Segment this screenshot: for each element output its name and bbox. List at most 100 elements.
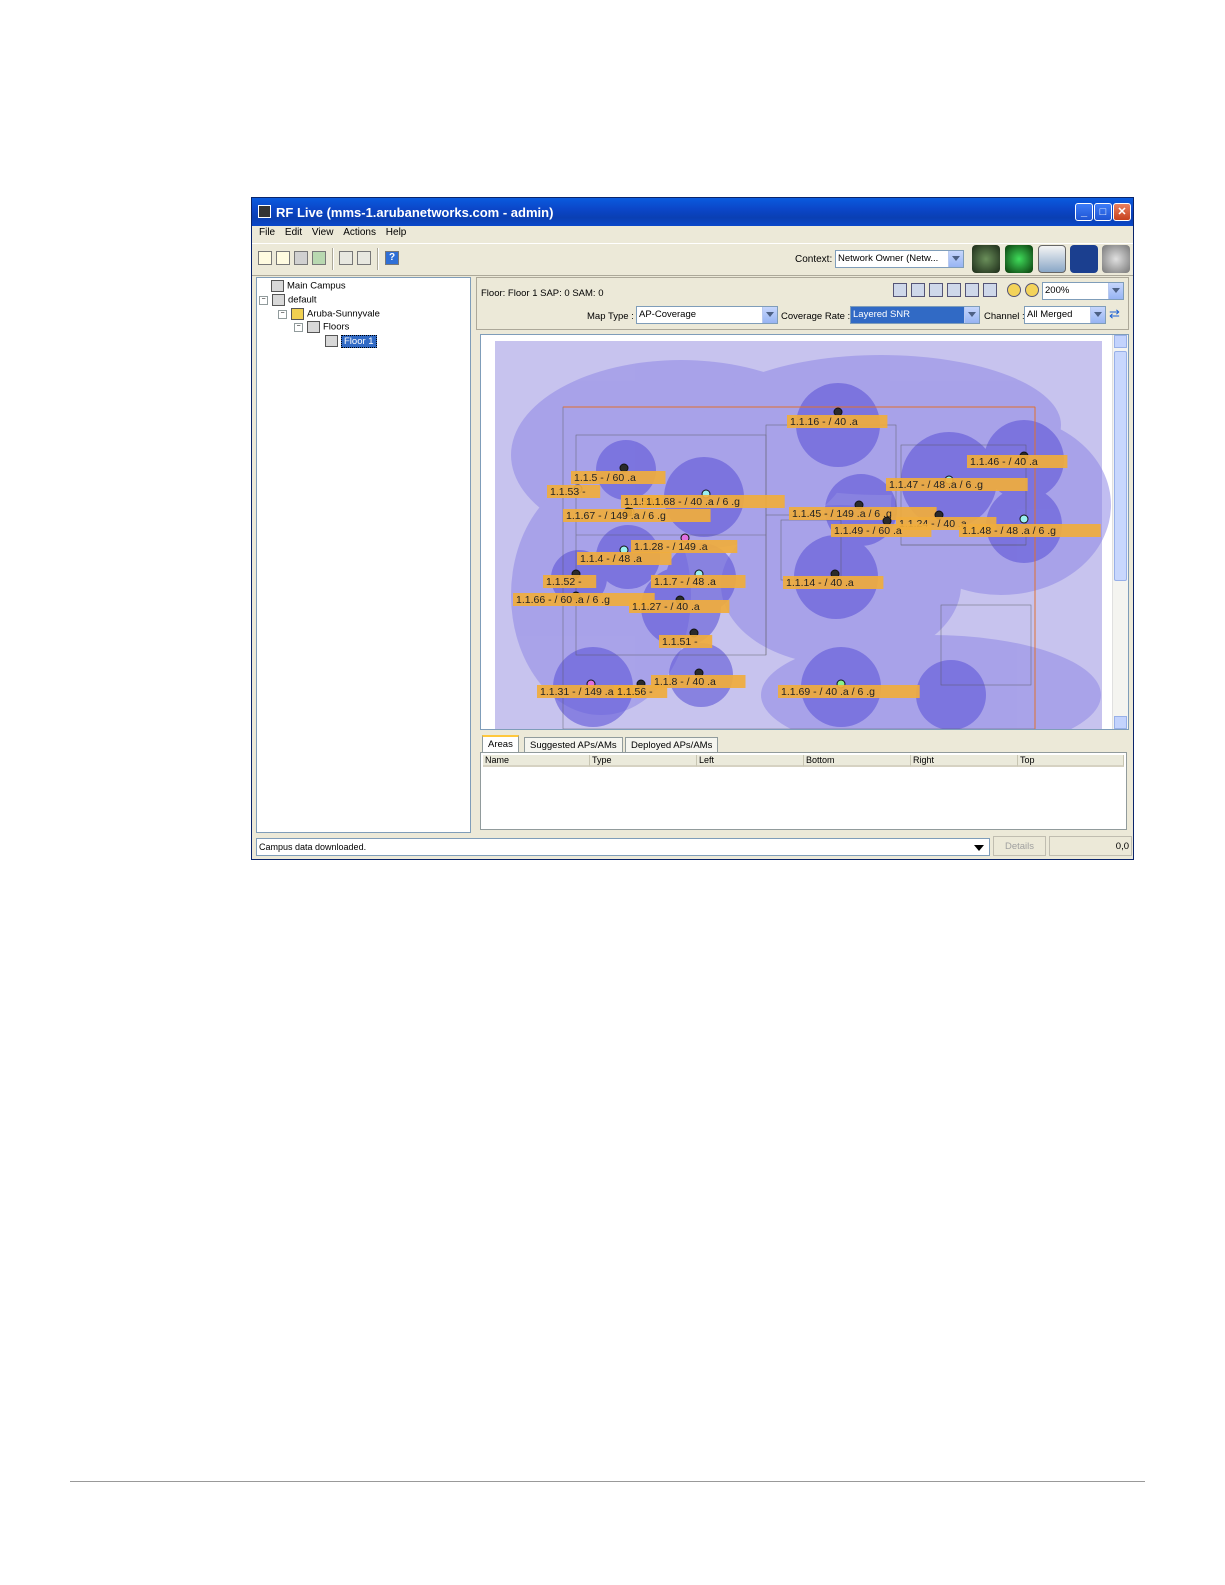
coverage-rate-value: Layered SNR — [853, 309, 911, 320]
ap-label[interactable]: 1.1.53 - — [550, 486, 586, 498]
chevron-down-icon[interactable] — [1090, 307, 1105, 323]
channel-value: All Merged — [1027, 309, 1073, 320]
scroll-down-icon[interactable] — [1114, 716, 1127, 729]
zoom-select[interactable]: 200% — [1042, 282, 1124, 300]
scroll-thumb[interactable] — [1114, 351, 1127, 581]
new-icon[interactable] — [276, 251, 290, 265]
ap-label[interactable]: 1.1.31 - / 149 .a — [540, 686, 614, 698]
ap-label[interactable]: 1.1.28 - / 149 .a — [634, 541, 708, 553]
collapse-icon[interactable]: − — [294, 322, 303, 332]
map-type-select[interactable]: AP-Coverage — [636, 306, 778, 324]
ap-label[interactable]: 1.1.45 - / 149 .a / 6 .g — [792, 508, 892, 520]
open-icon[interactable] — [258, 251, 272, 265]
map-view[interactable]: 1.1.16 - / 40 .a 1.1.46 - / 40 .a 1.1.5 - … — [480, 334, 1129, 730]
channel-select[interactable]: All Merged — [1024, 306, 1106, 324]
ap-label[interactable]: 1.1.47 - / 48 .a / 6 .g — [889, 479, 983, 491]
ap-list-icon[interactable] — [911, 283, 925, 297]
ap-add-icon[interactable] — [893, 283, 907, 297]
status-message-select[interactable]: Campus data downloaded. — [256, 838, 990, 856]
upload-icon[interactable] — [294, 251, 308, 265]
ap-label[interactable]: 1.1.4 - / 48 .a — [580, 553, 642, 565]
context-value: Network Owner (Netw... — [838, 253, 939, 264]
ap-label[interactable]: 1.1.16 - / 40 .a — [790, 416, 858, 428]
layers-icon[interactable] — [983, 283, 997, 297]
ap-label[interactable]: 1.1.67 - / 149 .a / 6 .g — [566, 510, 666, 522]
ap-label[interactable]: 1.1.69 - / 40 .a / 6 .g — [781, 686, 875, 698]
map-vertical-scrollbar[interactable] — [1112, 335, 1128, 729]
zoom-out-icon[interactable] — [1025, 283, 1039, 297]
close-button[interactable]: ✕ — [1113, 203, 1131, 221]
report-icon[interactable] — [1038, 245, 1066, 273]
ap-marker-icon[interactable] — [1019, 514, 1029, 524]
app-icon — [258, 205, 271, 218]
details-button[interactable]: Details — [993, 836, 1046, 856]
radar-icon[interactable] — [972, 245, 1000, 273]
tree-node-floors[interactable]: − Floors — [294, 321, 349, 333]
ap-label[interactable]: 1.1.14 - / 40 .a — [786, 577, 854, 589]
ap-label[interactable]: 1.1.68 - / 40 .a / 6 .g — [646, 496, 740, 508]
ap-label[interactable]: 1.1.52 - — [546, 576, 582, 588]
doc-icon[interactable] — [947, 283, 961, 297]
tree-node-default[interactable]: − default — [259, 294, 317, 306]
ap-marker-icon[interactable] — [882, 516, 892, 526]
chevron-down-icon[interactable] — [974, 845, 984, 851]
rf-scan-icon[interactable] — [1005, 245, 1033, 273]
maximize-button[interactable]: □ — [1094, 203, 1112, 221]
table-icon[interactable] — [965, 283, 979, 297]
chevron-down-icon[interactable] — [948, 251, 963, 267]
tab-areas[interactable]: Areas — [482, 735, 519, 753]
chevron-down-icon[interactable] — [762, 307, 777, 323]
ap-label[interactable]: 1.1.56 - — [617, 686, 653, 698]
ap-label[interactable]: 1.1.49 - / 60 .a — [834, 525, 902, 537]
column-header-name[interactable]: Name — [483, 755, 590, 767]
menu-view[interactable]: View — [312, 227, 334, 238]
keys-icon[interactable] — [357, 251, 371, 265]
ap-marker-icon[interactable] — [619, 463, 629, 473]
column-header-type[interactable]: Type — [590, 755, 697, 767]
menu-help[interactable]: Help — [386, 227, 407, 238]
ap-label[interactable]: 1.1.5 - / 60 .a — [574, 472, 636, 484]
locate-icon[interactable] — [1070, 245, 1098, 273]
tree-node-main-campus[interactable]: Main Campus — [271, 280, 346, 292]
zoom-in-icon[interactable] — [1007, 283, 1021, 297]
collapse-icon[interactable]: − — [259, 295, 268, 305]
ap-label[interactable]: 1.1.51 - — [662, 636, 698, 648]
refresh-icon[interactable]: ⇄ — [1109, 307, 1123, 322]
ap-label[interactable]: 1.1.66 - / 60 .a / 6 .g — [516, 594, 610, 606]
minimize-button[interactable]: _ — [1075, 203, 1093, 221]
save-icon[interactable] — [312, 251, 326, 265]
column-header-top[interactable]: Top — [1018, 755, 1124, 767]
ap-label[interactable]: 1.1.46 - / 40 .a — [970, 456, 1038, 468]
ap-marker-icon[interactable] — [833, 407, 843, 417]
tree-node-aruba-sunnyvale[interactable]: − Aruba-Sunnyvale — [278, 308, 380, 320]
collapse-icon[interactable]: − — [278, 309, 287, 319]
chevron-down-icon[interactable] — [964, 307, 979, 323]
channel-label: Channel : — [984, 311, 1025, 322]
settings-gear-icon[interactable] — [1102, 245, 1130, 273]
menu-file[interactable]: File — [259, 227, 275, 238]
ap-label[interactable]: 1.1.27 - / 40 .a — [632, 601, 700, 613]
coverage-rate-select[interactable]: Layered SNR — [850, 306, 980, 324]
toolbar-separator — [377, 248, 379, 270]
menu-edit[interactable]: Edit — [285, 227, 302, 238]
tab-suggested-aps[interactable]: Suggested APs/AMs — [524, 737, 623, 752]
key-icon[interactable] — [339, 251, 353, 265]
column-header-left[interactable]: Left — [697, 755, 804, 767]
column-header-right[interactable]: Right — [911, 755, 1018, 767]
context-select[interactable]: Network Owner (Netw... — [835, 250, 964, 268]
menu-actions[interactable]: Actions — [343, 227, 376, 238]
title-bar[interactable]: RF Live (mms-1.arubanetworks.com - admin… — [252, 198, 1133, 226]
map-header: Floor: Floor 1 SAP: 0 SAM: 0 200% Map Ty… — [476, 277, 1129, 330]
status-message: Campus data downloaded. — [259, 842, 367, 852]
chevron-down-icon[interactable] — [1108, 283, 1123, 299]
ap-signal-icon[interactable] — [929, 283, 943, 297]
ap-label[interactable]: 1.1.7 - / 48 .a — [654, 576, 716, 588]
page-footer-rule — [70, 1481, 1145, 1482]
ap-label[interactable]: 1.1.48 - / 48 .a / 6 .g — [962, 525, 1056, 537]
scroll-up-icon[interactable] — [1114, 335, 1127, 348]
column-header-bottom[interactable]: Bottom — [804, 755, 911, 767]
help-icon[interactable]: ? — [385, 251, 399, 265]
tab-deployed-aps[interactable]: Deployed APs/AMs — [625, 737, 719, 752]
coverage-map[interactable]: 1.1.16 - / 40 .a 1.1.46 - / 40 .a 1.1.5 - … — [481, 335, 1113, 729]
tree-node-floor-1[interactable]: Floor 1 — [325, 334, 377, 348]
